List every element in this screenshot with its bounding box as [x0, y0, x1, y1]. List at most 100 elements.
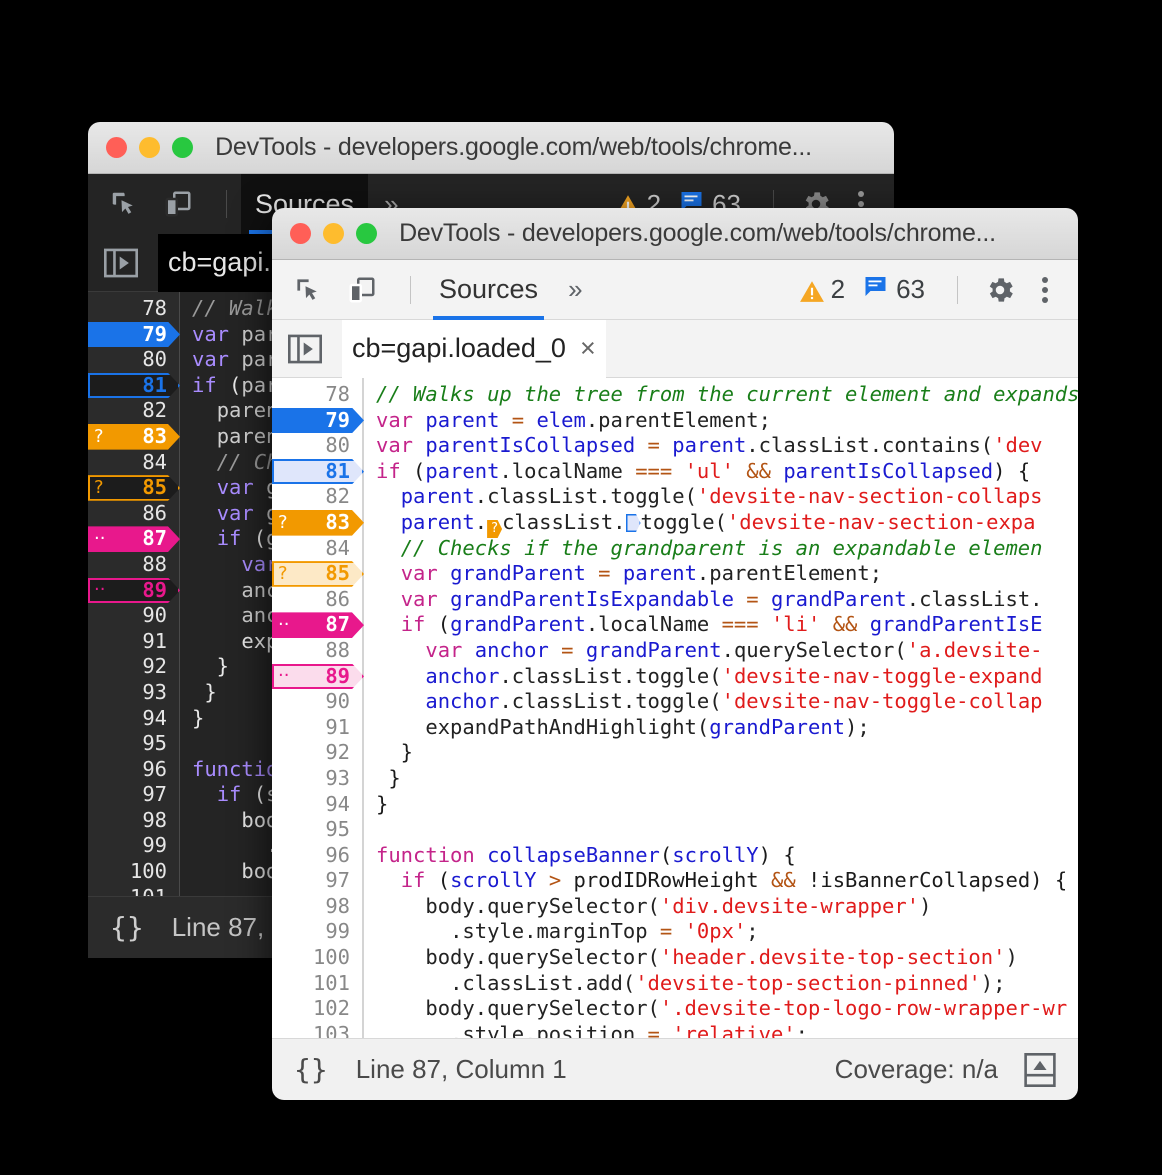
warning-triangle-icon[interactable]: [799, 279, 823, 301]
gutter-line[interactable]: 81: [272, 459, 362, 485]
code-line[interactable]: }: [376, 792, 1078, 818]
code-line[interactable]: var parent = elem.parentElement;: [376, 408, 1078, 434]
pretty-print-icon[interactable]: {}: [294, 1053, 328, 1086]
code-line[interactable]: parent.classList.toggle('devsite-nav-sec…: [376, 484, 1078, 510]
gutter-line[interactable]: 82: [88, 398, 179, 424]
gutter-line[interactable]: 84: [88, 450, 179, 476]
gutter-line[interactable]: 86: [272, 587, 362, 613]
gutter-line[interactable]: 95: [272, 817, 362, 843]
gutter-line[interactable]: 84: [272, 536, 362, 562]
gutter-line[interactable]: 92: [88, 654, 179, 680]
breakpoint-marker-orange-solid[interactable]: ?: [272, 510, 364, 536]
gutter-line[interactable]: 98: [272, 894, 362, 920]
breakpoint-marker-pink-solid[interactable]: ··: [272, 612, 364, 638]
window-titlebar-back[interactable]: DevTools - developers.google.com/web/too…: [88, 122, 894, 174]
code-line[interactable]: }: [376, 740, 1078, 766]
device-toolbar-icon[interactable]: [158, 184, 198, 224]
line-number-gutter-back[interactable]: 7879808182?8384?8586··8788··899091929394…: [88, 292, 180, 896]
gutter-line[interactable]: ··87: [88, 526, 179, 552]
pretty-print-icon[interactable]: {}: [110, 911, 144, 944]
gutter-line[interactable]: 94: [272, 792, 362, 818]
code-line[interactable]: body.querySelector('div.devsite-wrapper'…: [376, 894, 1078, 920]
gutter-line[interactable]: 92: [272, 740, 362, 766]
code-line[interactable]: // Walks up the tree from the current el…: [376, 382, 1078, 408]
code-line[interactable]: body.querySelector('header.devsite-top-s…: [376, 945, 1078, 971]
maximize-window-button[interactable]: [172, 137, 193, 158]
inspect-element-icon[interactable]: [288, 270, 328, 310]
gutter-line[interactable]: 79: [272, 408, 362, 434]
code-line[interactable]: var grandParentIsExpandable = grandParen…: [376, 587, 1078, 613]
gutter-line[interactable]: 100: [88, 859, 179, 885]
gutter-line[interactable]: 101: [88, 885, 179, 896]
code-line[interactable]: parent.?classList.toggle('devsite-nav-se…: [376, 510, 1078, 536]
show-navigator-icon[interactable]: [102, 246, 140, 280]
gutter-line[interactable]: 78: [88, 296, 179, 322]
gutter-line[interactable]: 94: [88, 706, 179, 732]
gutter-line[interactable]: 82: [272, 484, 362, 510]
gutter-line[interactable]: 80: [272, 433, 362, 459]
minimize-window-button[interactable]: [139, 137, 160, 158]
breakpoint-marker-orange-outline[interactable]: ?: [272, 561, 364, 587]
code-line[interactable]: expandPathAndHighlight(grandParent);: [376, 715, 1078, 741]
code-line[interactable]: body.querySelector('.devsite-top-logo-ro…: [376, 996, 1078, 1022]
gutter-line[interactable]: 93: [88, 680, 179, 706]
inline-breakpoint-chip[interactable]: [626, 514, 641, 532]
more-options-icon[interactable]: [1028, 277, 1062, 303]
gutter-line[interactable]: 90: [88, 603, 179, 629]
gutter-line[interactable]: 79: [88, 322, 179, 348]
device-toolbar-icon[interactable]: [342, 270, 382, 310]
code-line[interactable]: var anchor = grandParent.querySelector('…: [376, 638, 1078, 664]
code-line[interactable]: anchor.classList.toggle('devsite-nav-tog…: [376, 664, 1078, 690]
more-panels-chevron-front[interactable]: »: [552, 274, 598, 305]
minimize-window-button[interactable]: [323, 223, 344, 244]
gutter-line[interactable]: 97: [88, 782, 179, 808]
gutter-line[interactable]: 90: [272, 689, 362, 715]
gutter-line[interactable]: ··89: [272, 664, 362, 690]
breakpoint-marker-blue-solid[interactable]: [272, 408, 364, 434]
line-number-gutter-front[interactable]: 7879808182?8384?8586··8788··899091929394…: [272, 378, 364, 1038]
gutter-line[interactable]: 103: [272, 1022, 362, 1038]
gutter-line[interactable]: 88: [88, 552, 179, 578]
gutter-line[interactable]: 81: [88, 373, 179, 399]
gutter-line[interactable]: 95: [88, 731, 179, 757]
gutter-line[interactable]: 100: [272, 945, 362, 971]
breakpoint-marker-pink-outline[interactable]: ··: [272, 664, 364, 690]
gutter-line[interactable]: ··89: [88, 578, 179, 604]
source-code-area-front[interactable]: 7879808182?8384?8586··8788··899091929394…: [272, 378, 1078, 1038]
close-icon[interactable]: ×: [580, 333, 596, 364]
code-line[interactable]: // Checks if the grandparent is an expan…: [376, 536, 1078, 562]
gutter-line[interactable]: 93: [272, 766, 362, 792]
gutter-line[interactable]: 80: [88, 347, 179, 373]
code-line[interactable]: if (parent.localName === 'ul' && parentI…: [376, 459, 1078, 485]
gutter-line[interactable]: 99: [272, 919, 362, 945]
gutter-line[interactable]: 86: [88, 501, 179, 527]
code-line[interactable]: anchor.classList.toggle('devsite-nav-tog…: [376, 689, 1078, 715]
maximize-window-button[interactable]: [356, 223, 377, 244]
gutter-line[interactable]: 99: [88, 833, 179, 859]
gutter-line[interactable]: ··87: [272, 612, 362, 638]
gutter-line[interactable]: 98: [88, 808, 179, 834]
gutter-line[interactable]: ?85: [272, 561, 362, 587]
gutter-line[interactable]: 91: [272, 715, 362, 741]
show-navigator-icon[interactable]: [286, 332, 324, 366]
code-line[interactable]: .style.position = 'relative';: [376, 1022, 1078, 1038]
message-bubble-icon[interactable]: [863, 274, 888, 305]
show-drawer-icon[interactable]: [1024, 1053, 1056, 1087]
code-line[interactable]: var parentIsCollapsed = parent.classList…: [376, 433, 1078, 459]
code-line[interactable]: }: [376, 766, 1078, 792]
gutter-line[interactable]: 88: [272, 638, 362, 664]
code-line[interactable]: .style.marginTop = '0px';: [376, 919, 1078, 945]
code-line[interactable]: .classList.add('devsite-top-section-pinn…: [376, 971, 1078, 997]
gutter-line[interactable]: ?83: [272, 510, 362, 536]
close-window-button[interactable]: [106, 137, 127, 158]
gutter-line[interactable]: 96: [88, 757, 179, 783]
inspect-element-icon[interactable]: [104, 184, 144, 224]
code-line[interactable]: [376, 817, 1078, 843]
gutter-line[interactable]: 97: [272, 868, 362, 894]
code-line[interactable]: if (scrollY > prodIDRowHeight && !isBann…: [376, 868, 1078, 894]
gutter-line[interactable]: ?85: [88, 475, 179, 501]
devtools-window-front[interactable]: DevTools - developers.google.com/web/too…: [272, 208, 1078, 1100]
code-line[interactable]: function collapseBanner(scrollY) {: [376, 843, 1078, 869]
tab-sources-front[interactable]: Sources: [425, 260, 552, 320]
breakpoint-marker-blue-outline[interactable]: [272, 459, 364, 485]
